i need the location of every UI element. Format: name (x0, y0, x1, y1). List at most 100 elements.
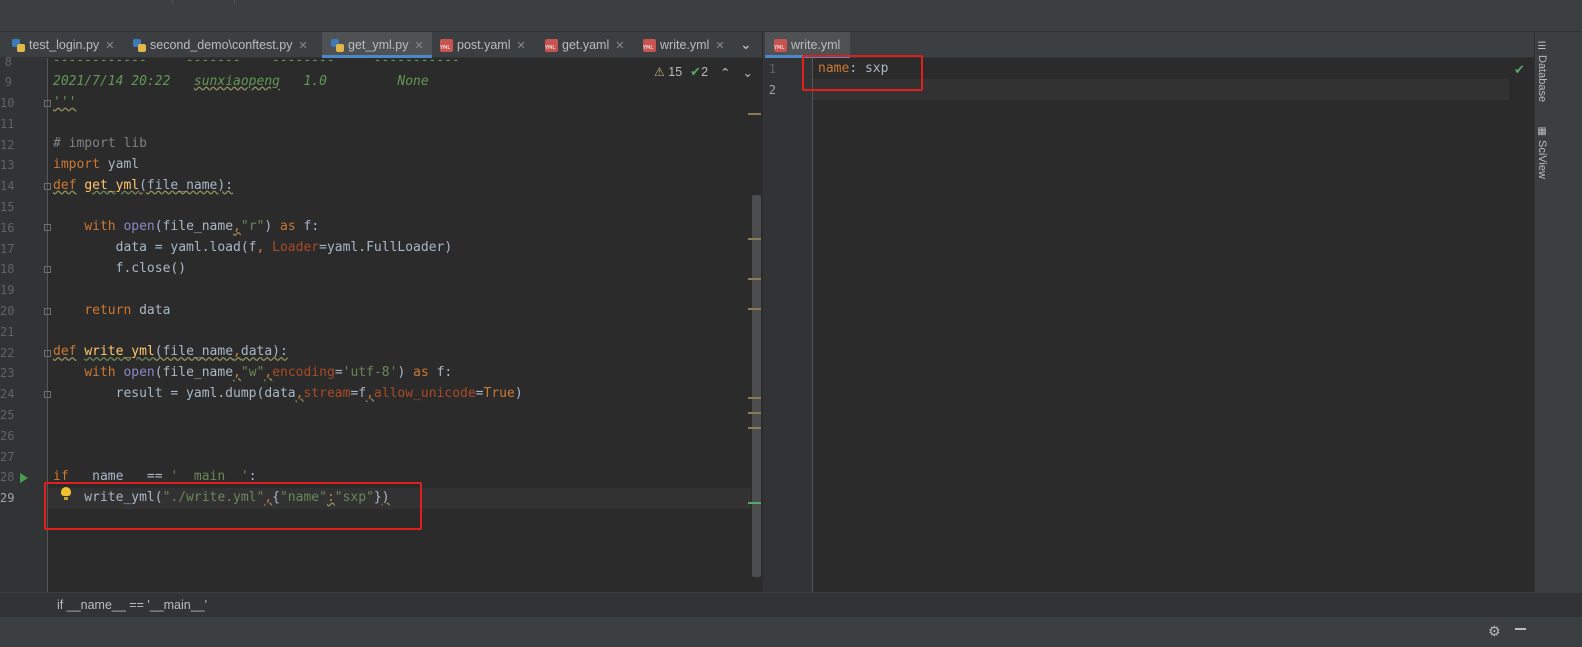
run-icon[interactable] (20, 473, 28, 483)
line-number: 21 (0, 325, 15, 339)
error-stripe-mark[interactable] (748, 412, 761, 414)
code-line: f.close() (53, 260, 187, 276)
fold-marker-icon[interactable] (44, 224, 51, 231)
chevron-down-icon[interactable]: ⌄ (743, 65, 753, 80)
database-tool-button[interactable]: ☰ Database (1536, 41, 1548, 102)
highlight-box (44, 482, 422, 530)
fold-marker-icon[interactable] (44, 391, 51, 398)
line-number: 28 (0, 470, 15, 484)
line-number: 17 (0, 242, 15, 256)
tab-label: second_demo\conftest.py (150, 38, 293, 52)
code-line: def get_yml(file_name): (53, 177, 234, 193)
toolbar-separator (234, 0, 235, 4)
line-number: 15 (0, 200, 15, 214)
fold-marker-icon[interactable] (44, 266, 51, 273)
breadcrumb-item[interactable]: if __name__ == '__main__' (57, 598, 207, 612)
python-file-icon (331, 38, 344, 52)
fold-marker-icon[interactable] (44, 100, 51, 107)
code-line: data = yaml.load(f, Loader=yaml.FullLoad… (53, 240, 453, 256)
line-number: 26 (0, 429, 15, 443)
python-file-icon (12, 38, 25, 52)
yaml-file-icon (440, 38, 453, 52)
python-file-icon (133, 38, 146, 52)
line-number: 10 (0, 96, 15, 110)
yaml-file-icon (545, 38, 558, 52)
line-number: 18 (0, 262, 15, 276)
tab-label: test_login.py (29, 38, 100, 52)
editor-scrollbar[interactable] (752, 195, 761, 577)
fold-marker-icon[interactable] (44, 308, 51, 315)
code-line: def write_yml(file_name,data): (53, 344, 288, 360)
fold-marker-icon[interactable] (44, 350, 51, 357)
check-icon: ✔ (690, 64, 702, 79)
tab-label: write.yml (660, 38, 710, 52)
weak-warnings-indicator[interactable]: ✔2 (690, 64, 708, 80)
close-icon[interactable]: ✕ (715, 39, 724, 52)
yaml-gutter (763, 58, 812, 592)
error-stripe-mark[interactable] (748, 238, 761, 240)
toolbar-separator (172, 0, 173, 4)
line-number: 8 (4, 55, 12, 69)
yaml-file-icon (643, 38, 656, 52)
yaml-file-icon (774, 38, 787, 52)
line-number: 27 (0, 450, 15, 464)
close-icon[interactable]: ✕ (298, 39, 307, 52)
right-tool-strip (1534, 32, 1582, 616)
line-number: 9 (4, 75, 12, 89)
code-line: ''' (53, 94, 77, 110)
sciview-icon: ▦ (1537, 126, 1547, 137)
main-toolbar (0, 0, 1582, 32)
error-stripe-mark[interactable] (748, 502, 761, 504)
yaml-gutter-divider (812, 58, 813, 592)
python-code[interactable]: ------------ ------- -------- ----------… (53, 51, 523, 509)
close-icon[interactable]: ✕ (414, 39, 423, 52)
error-stripe-mark[interactable] (748, 113, 761, 115)
database-label: Database (1536, 55, 1548, 103)
close-icon[interactable]: ✕ (517, 39, 526, 52)
warning-icon: ⚠ (654, 65, 665, 79)
sciview-label: SciView (1536, 140, 1548, 179)
line-number: 16 (0, 221, 15, 235)
line-number: 23 (0, 366, 15, 380)
tab-label: write.yml (791, 38, 841, 52)
sciview-tool-button[interactable]: ▦ SciView (1536, 126, 1548, 179)
line-number: 24 (0, 387, 15, 401)
breadcrumb[interactable]: if __name__ == '__main__' (0, 592, 1582, 616)
inspection-widget[interactable]: ⚠ 15 ✔2 ⌃ ⌄ (654, 64, 753, 80)
line-number: 25 (0, 408, 15, 422)
error-stripe-mark[interactable] (748, 427, 761, 429)
tab-label: get_yml.py (348, 38, 409, 52)
line-number: 29 (0, 491, 15, 505)
code-line: import yaml (53, 156, 140, 172)
code-line: with open(file_name,"w",encoding='utf-8'… (84, 364, 453, 380)
code-line: with open(file_name,"r") as f: (84, 219, 320, 235)
error-stripe-mark[interactable] (748, 308, 761, 310)
line-number: 20 (0, 304, 15, 318)
line-number: 13 (0, 158, 15, 172)
gear-icon[interactable]: ⚙ (1488, 624, 1501, 640)
line-number: 19 (0, 283, 15, 297)
code-line: ------------ ------- -------- ----------… (53, 53, 460, 68)
line-number: 14 (0, 179, 15, 193)
highlight-box (802, 55, 923, 91)
tab-label: post.yaml (457, 38, 511, 52)
chevron-up-icon[interactable]: ⌃ (720, 65, 730, 80)
tab-get-yaml[interactable]: get.yaml ✕ (545, 32, 624, 58)
code-line: return data (84, 302, 171, 318)
error-stripe-mark[interactable] (748, 278, 761, 280)
tab-write-yml[interactable]: write.yml ✕ (643, 32, 725, 58)
weak-warnings-count: 2 (701, 65, 709, 79)
error-stripe-mark[interactable] (748, 397, 761, 399)
code-line: 2021/7/14 20:22 sunxiaopeng 1.0 None (53, 73, 429, 89)
warnings-indicator[interactable]: ⚠ 15 (654, 65, 682, 79)
fold-marker-icon[interactable] (44, 183, 51, 190)
warnings-count: 15 (668, 65, 683, 79)
chevron-down-icon[interactable]: ⌄ (740, 32, 752, 58)
database-icon: ☰ (1537, 41, 1547, 52)
code-line: result = yaml.dump(data,stream=f,allow_u… (53, 385, 523, 401)
tab-label: get.yaml (562, 38, 610, 52)
minimize-icon[interactable] (1515, 628, 1526, 630)
status-bar (0, 616, 1582, 647)
close-icon[interactable]: ✕ (105, 39, 114, 52)
close-icon[interactable]: ✕ (615, 39, 624, 52)
